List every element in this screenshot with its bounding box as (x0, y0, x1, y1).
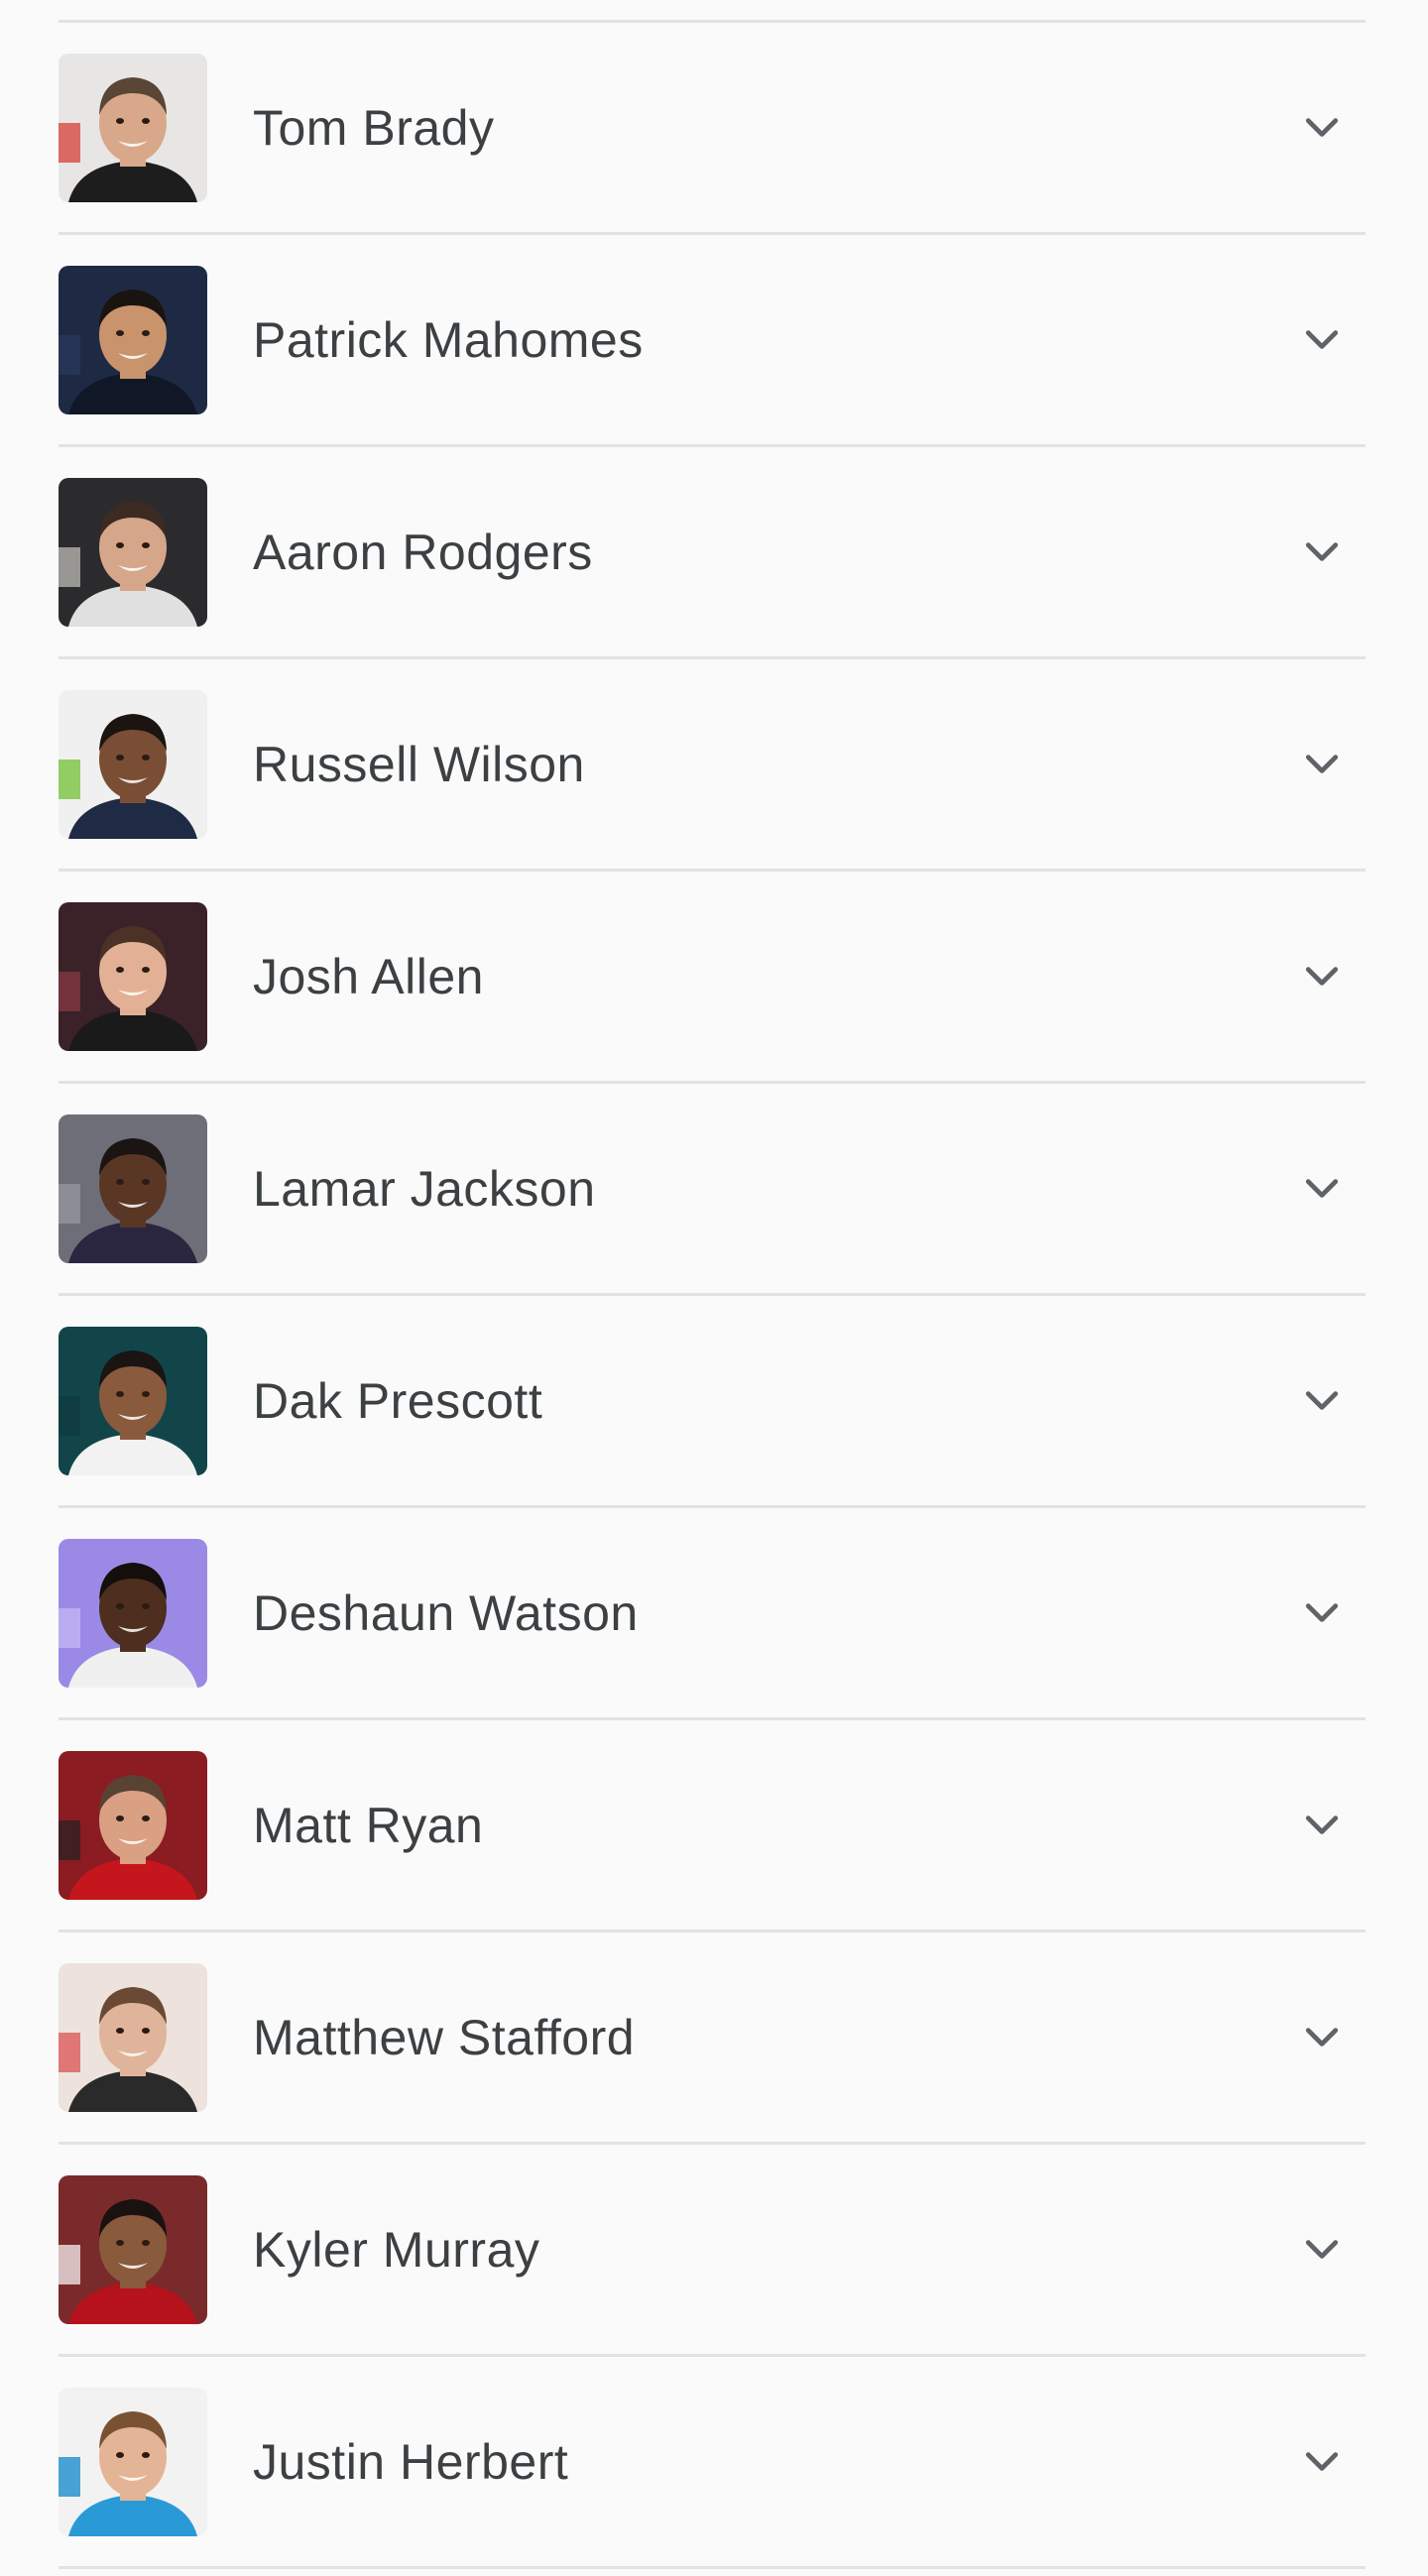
player-row[interactable]: Matthew Stafford (59, 1932, 1366, 2145)
player-photo (59, 1962, 207, 2112)
player-photo (59, 1113, 207, 1263)
player-photo (59, 477, 207, 627)
chevron-down-icon[interactable] (1300, 2440, 1344, 2484)
chevron-down-icon[interactable] (1300, 530, 1344, 574)
chevron-down-icon[interactable] (1300, 318, 1344, 362)
player-photo (59, 2174, 207, 2324)
player-name: Russell Wilson (253, 736, 585, 792)
chevron-down-icon[interactable] (1300, 743, 1344, 786)
player-row[interactable]: Aaron Rodgers (59, 447, 1366, 659)
player-photo (59, 1538, 207, 1688)
player-list: Tom Brady Patrick Mahomes Aaron Rodgers Rus… (59, 20, 1366, 2569)
player-row[interactable]: Dak Prescott (59, 1296, 1366, 1508)
player-name: Kyler Murray (253, 2221, 540, 2278)
chevron-down-icon[interactable] (1300, 1167, 1344, 1211)
player-name: Justin Herbert (253, 2433, 569, 2490)
chevron-down-icon[interactable] (1300, 2016, 1344, 2059)
player-name: Tom Brady (253, 99, 495, 156)
player-row[interactable]: Deshaun Watson (59, 1508, 1366, 1720)
chevron-down-icon[interactable] (1300, 1591, 1344, 1635)
chevron-down-icon[interactable] (1300, 955, 1344, 998)
player-name: Matt Ryan (253, 1797, 484, 1853)
chevron-down-icon[interactable] (1300, 2228, 1344, 2272)
player-row[interactable]: Patrick Mahomes (59, 235, 1366, 447)
player-name: Aaron Rodgers (253, 524, 593, 580)
chevron-down-icon[interactable] (1300, 106, 1344, 150)
player-name: Lamar Jackson (253, 1160, 596, 1217)
player-photo (59, 901, 207, 1051)
player-name: Deshaun Watson (253, 1584, 639, 1641)
player-row[interactable]: Justin Herbert (59, 2357, 1366, 2569)
player-row[interactable]: Josh Allen (59, 872, 1366, 1084)
player-row[interactable]: Lamar Jackson (59, 1084, 1366, 1296)
player-row[interactable]: Russell Wilson (59, 659, 1366, 872)
player-name: Dak Prescott (253, 1372, 543, 1429)
chevron-down-icon[interactable] (1300, 1804, 1344, 1847)
player-row[interactable]: Tom Brady (59, 23, 1366, 235)
player-row[interactable]: Matt Ryan (59, 1720, 1366, 1932)
player-name: Matthew Stafford (253, 2009, 636, 2065)
player-photo (59, 1326, 207, 1475)
player-photo (59, 265, 207, 414)
player-photo (59, 2387, 207, 2536)
player-row[interactable]: Kyler Murray (59, 2145, 1366, 2357)
player-name: Josh Allen (253, 948, 484, 1004)
player-name: Patrick Mahomes (253, 311, 644, 368)
chevron-down-icon[interactable] (1300, 1379, 1344, 1423)
player-photo (59, 1750, 207, 1900)
player-photo (59, 689, 207, 839)
player-photo (59, 53, 207, 202)
